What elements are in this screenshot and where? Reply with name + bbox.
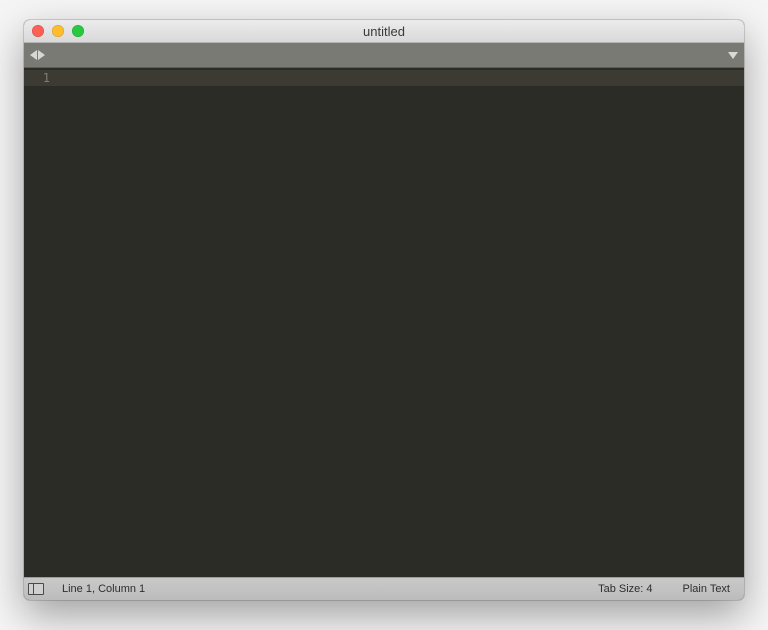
line-gutter[interactable]: 1	[24, 68, 58, 577]
editor-window: untitled 1 Line 1, Column 1 Tab Size: 4 …	[24, 20, 744, 600]
window-title: untitled	[24, 24, 744, 39]
editor-area: 1	[24, 68, 744, 577]
syntax-selector[interactable]: Plain Text	[673, 583, 741, 595]
close-icon[interactable]	[32, 25, 44, 37]
window-controls	[24, 25, 84, 37]
tab-size-selector[interactable]: Tab Size: 4	[588, 583, 662, 595]
chevron-right-icon[interactable]	[38, 50, 45, 60]
tab-menu-icon[interactable]	[728, 52, 738, 59]
cursor-position[interactable]: Line 1, Column 1	[52, 583, 155, 595]
zoom-icon[interactable]	[72, 25, 84, 37]
window-titlebar[interactable]: untitled	[24, 20, 744, 43]
status-left: Line 1, Column 1	[28, 583, 155, 595]
current-line-highlight	[58, 70, 744, 86]
minimize-icon[interactable]	[52, 25, 64, 37]
tab-nav	[30, 50, 45, 60]
panel-toggle-icon[interactable]	[28, 583, 44, 595]
tab-bar	[24, 43, 744, 68]
chevron-left-icon[interactable]	[30, 50, 37, 60]
code-area[interactable]	[58, 68, 744, 577]
status-bar: Line 1, Column 1 Tab Size: 4 Plain Text	[24, 577, 744, 600]
line-number: 1	[24, 70, 58, 86]
